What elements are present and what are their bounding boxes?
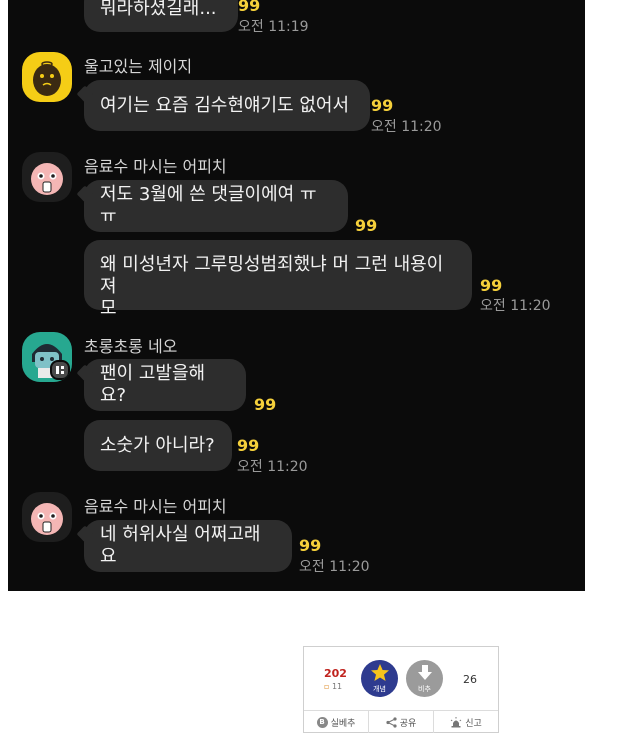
chat-bubble: 소숫가 아니라? xyxy=(84,420,232,471)
unread-count: 99 xyxy=(299,536,322,555)
chat-bubble: 뭐라하셨길래... xyxy=(84,0,238,32)
unread-count: 99 xyxy=(371,96,394,115)
badge-icon xyxy=(50,360,70,380)
report-label: 신고 xyxy=(465,718,482,729)
message-text: 왜 미성년자 그루밍성범죄했냐 머 그런 내용이져 모 xyxy=(100,254,444,319)
message-text: 소숫가 아니라? xyxy=(100,434,215,456)
message-text: 네 허위사실 어쩌고래요 xyxy=(100,524,261,567)
chat-window: 뭐라하셨길래... 99 오전 11:19 울고있는 제이지 여기는 요즘 김수… xyxy=(8,0,585,591)
share-label: 공유 xyxy=(399,718,417,729)
apeach-avatar-icon[interactable] xyxy=(22,492,72,542)
downvote-count: 26 xyxy=(463,673,477,686)
recommend-box: 202 ▫ 11 개념 비추 26 B 실베추 공유 신고 xyxy=(303,646,499,733)
chat-bubble: 여기는 요즘 김수현얘기도 없어서 xyxy=(84,80,370,131)
recommend-actions: B 실베추 공유 신고 xyxy=(304,710,498,733)
report-button[interactable]: 신고 xyxy=(434,711,498,733)
message-text: 여기는 요즘 김수현얘기도 없어서 xyxy=(100,94,350,116)
ryan-avatar-icon[interactable] xyxy=(22,52,72,102)
upvote-button[interactable]: 개념 xyxy=(361,660,398,697)
best-recommend-label: 실베추 xyxy=(330,718,356,729)
sender-name: 울고있는 제이지 xyxy=(84,57,193,76)
message-time: 오전 11:19 xyxy=(238,19,309,35)
sender-name: 음료수 마시는 어피치 xyxy=(84,497,227,516)
unread-count: 99 xyxy=(254,395,277,414)
message-time: 오전 11:20 xyxy=(480,298,551,314)
message-text: 뭐라하셨길래... xyxy=(100,0,217,19)
message-time: 오전 11:20 xyxy=(371,119,442,135)
unread-count: 99 xyxy=(480,276,503,295)
downvote-label: 비추 xyxy=(418,685,431,693)
message-text: 저도 3월에 쓴 댓글이에여 ㅠㅠ xyxy=(100,184,317,227)
downvote-button[interactable]: 비추 xyxy=(406,660,443,697)
siren-icon xyxy=(450,716,462,727)
unread-count: 99 xyxy=(238,0,261,15)
fixed-upvote-count: ▫ 11 xyxy=(324,682,343,691)
neo-avatar-icon[interactable] xyxy=(22,332,72,382)
share-icon xyxy=(386,716,397,728)
chat-bubble: 저도 3월에 쓴 댓글이에여 ㅠㅠ xyxy=(84,180,348,232)
sender-name: 음료수 마시는 어피치 xyxy=(84,157,227,176)
sender-name: 초롱초롱 네오 xyxy=(84,337,178,356)
message-time: 오전 11:20 xyxy=(299,559,370,575)
upvote-label: 개념 xyxy=(373,685,386,693)
apeach-avatar-icon[interactable] xyxy=(22,152,72,202)
recommend-panel: 202 ▫ 11 개념 비추 26 xyxy=(304,647,498,710)
star-icon xyxy=(371,664,389,681)
b-icon: B xyxy=(316,716,328,728)
message-text: 팬이 고발을해요? xyxy=(100,363,206,406)
best-recommend-button[interactable]: B 실베추 xyxy=(304,711,369,733)
chat-bubble: 왜 미성년자 그루밍성범죄했냐 머 그런 내용이져 모 xyxy=(84,240,472,319)
unread-count: 99 xyxy=(355,216,378,235)
chat-bubble: 팬이 고발을해요? xyxy=(84,359,246,411)
fixed-icon: ▫ xyxy=(324,682,330,691)
upvote-count: 202 xyxy=(324,667,347,680)
chat-bubble: 네 허위사실 어쩌고래요 xyxy=(84,520,292,572)
down-arrow-icon xyxy=(418,665,432,680)
message-time: 오전 11:20 xyxy=(237,459,308,475)
share-button[interactable]: 공유 xyxy=(369,711,434,733)
unread-count: 99 xyxy=(237,436,260,455)
